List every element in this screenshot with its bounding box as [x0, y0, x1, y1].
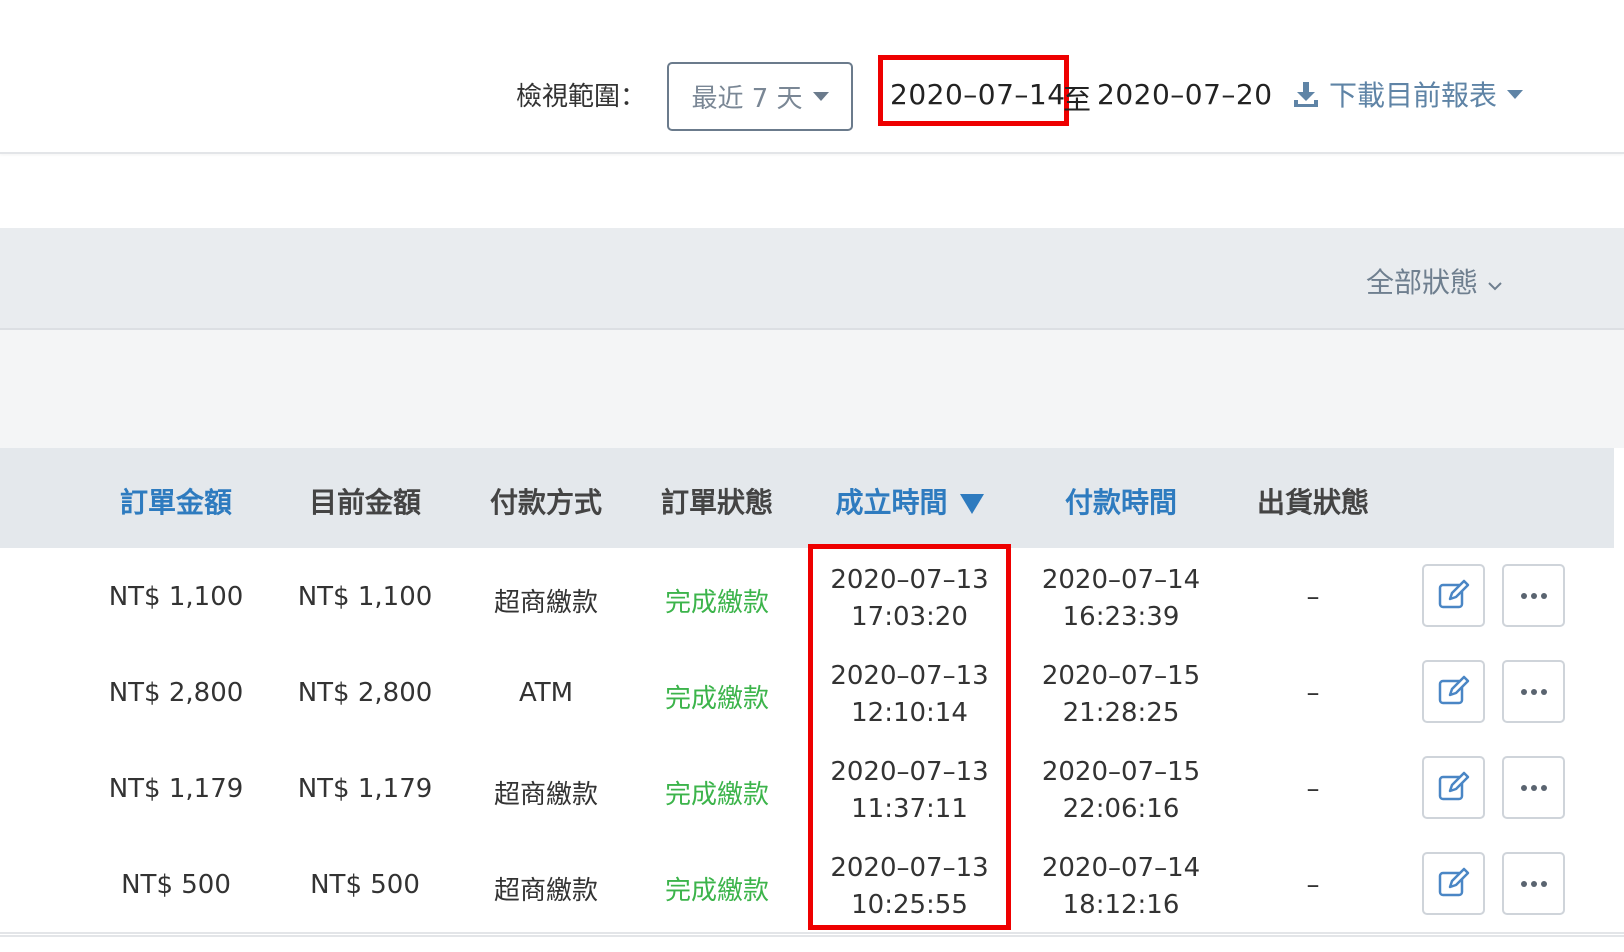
more-icon [1520, 688, 1547, 695]
column-header-created-time-label: 成立時間 [835, 486, 948, 519]
cell-current-amount: NT$ 500 [310, 870, 420, 900]
column-header-current-amount: 目前金額 [308, 486, 421, 519]
cell-paid-time: 2020–07–15 21:28:25 [1041, 658, 1201, 732]
cell-paid-time: 2020–07–14 18:12:16 [1041, 850, 1201, 924]
table-header: 訂單金額 目前金額 付款方式 訂單狀態 成立時間 付款時間 出貨狀態 [0, 448, 1614, 548]
paid-date: 2020–07–14 [1041, 853, 1201, 883]
edit-icon [1438, 867, 1470, 901]
column-header-order-amount[interactable]: 訂單金額 [96, 481, 256, 521]
cell-paid-time: 2020–07–15 22:06:16 [1041, 754, 1201, 828]
more-icon [1520, 784, 1547, 791]
more-icon [1520, 592, 1547, 599]
status-filter-dropdown[interactable]: 全部狀態 [1366, 261, 1502, 301]
date-end[interactable]: 2020–07–20 [1097, 78, 1273, 111]
paid-date: 2020–07–15 [1041, 661, 1201, 691]
cell-payment-method: 超商繳款 [493, 780, 598, 810]
cell-payment-method: 超商繳款 [493, 876, 598, 906]
toolbar-spacer [0, 330, 1624, 448]
paid-clock: 21:28:25 [1062, 698, 1180, 728]
sort-desc-icon [959, 494, 984, 514]
status-filter-label: 全部狀態 [1366, 266, 1479, 299]
cell-order-amount: NT$ 1,100 [108, 582, 244, 612]
cell-order-status: 完成繳款 [664, 780, 769, 810]
edit-button[interactable] [1422, 660, 1485, 723]
caret-down-icon [1507, 89, 1524, 99]
cell-paid-time: 2020–07–14 16:23:39 [1041, 562, 1201, 636]
more-options-button[interactable] [1502, 756, 1565, 819]
cell-shipping-status: – [1306, 870, 1320, 900]
range-select[interactable]: 最近 7 天 [667, 62, 853, 131]
column-header-order-status: 訂單狀態 [660, 486, 773, 519]
more-options-button[interactable] [1502, 660, 1565, 723]
paid-clock: 18:12:16 [1062, 890, 1180, 920]
cell-payment-method: 超商繳款 [493, 588, 598, 618]
edit-button[interactable] [1422, 564, 1485, 627]
download-report-button[interactable]: 下載目前報表 [1293, 74, 1524, 114]
cell-order-amount: NT$ 500 [121, 870, 231, 900]
cell-order-amount: NT$ 1,179 [108, 774, 244, 804]
top-bar: 檢視範圍： 最近 7 天 2020–07–14 至 2020–07–20 下載目… [0, 0, 1624, 154]
cell-shipping-status: – [1306, 678, 1320, 708]
more-options-button[interactable] [1502, 852, 1565, 915]
cell-order-status: 完成繳款 [664, 588, 769, 618]
paid-clock: 16:23:39 [1062, 602, 1180, 632]
edit-button[interactable] [1422, 852, 1485, 915]
download-label: 下載目前報表 [1329, 79, 1498, 112]
highlight-box-created-time-column [808, 544, 1011, 930]
cell-order-status: 完成繳款 [664, 684, 769, 714]
cell-order-amount: NT$ 2,800 [108, 678, 244, 708]
more-options-button[interactable] [1502, 564, 1565, 627]
paid-date: 2020–07–14 [1041, 565, 1201, 595]
highlight-box-date-start [878, 55, 1069, 126]
more-icon [1520, 880, 1547, 887]
cell-current-amount: NT$ 1,179 [297, 774, 433, 804]
filter-bar: 全部狀態 [0, 228, 1624, 330]
column-header-paid-time[interactable]: 付款時間 [1041, 481, 1201, 521]
column-header-created-time[interactable]: 成立時間 [808, 481, 1011, 521]
paid-clock: 22:06:16 [1062, 794, 1180, 824]
column-header-payment-method: 付款方式 [489, 486, 602, 519]
cell-order-status: 完成繳款 [664, 876, 769, 906]
edit-button[interactable] [1422, 756, 1485, 819]
cell-payment-method: ATM [518, 678, 574, 708]
download-icon [1293, 80, 1319, 108]
edit-icon [1438, 675, 1470, 709]
date-separator: 至 [1063, 83, 1092, 116]
edit-icon [1438, 771, 1470, 805]
cell-shipping-status: – [1306, 582, 1320, 612]
cell-current-amount: NT$ 2,800 [297, 678, 433, 708]
chevron-down-icon [1488, 265, 1502, 298]
paid-date: 2020–07–15 [1041, 757, 1201, 787]
column-header-shipping-status: 出貨狀態 [1256, 486, 1369, 519]
range-select-value: 最近 7 天 [691, 84, 803, 114]
cell-current-amount: NT$ 1,100 [297, 582, 433, 612]
range-label: 檢視範圍： [516, 82, 647, 112]
next-row-edge [0, 935, 1624, 952]
cell-shipping-status: – [1306, 774, 1320, 804]
caret-down-icon [812, 92, 829, 101]
edit-icon [1438, 579, 1470, 613]
